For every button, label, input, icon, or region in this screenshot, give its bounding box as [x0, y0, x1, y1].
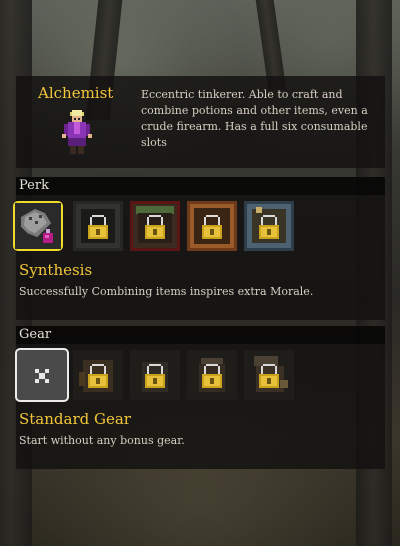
gear-slot-standard[interactable] — [15, 348, 69, 402]
lock-icon — [259, 364, 279, 388]
synthesis-icon — [15, 203, 61, 249]
gear-slot-locked[interactable] — [244, 350, 294, 400]
gear-section-title: Gear — [16, 326, 385, 344]
lock-icon — [145, 364, 165, 388]
perk-slot-locked[interactable] — [73, 201, 123, 251]
none-x-icon — [35, 369, 49, 383]
selected-perk-name: Synthesis — [19, 261, 93, 279]
gear-slot-locked[interactable] — [130, 350, 180, 400]
lock-icon — [259, 215, 279, 239]
lock-icon — [202, 364, 222, 388]
perk-panel: Perk Synthesis Successfully Combining it… — [13, 177, 385, 320]
gear-slot-locked[interactable] — [187, 350, 237, 400]
selected-gear-description: Start without any bonus gear. — [19, 434, 185, 447]
perk-section-title: Perk — [16, 177, 385, 195]
lock-icon — [88, 215, 108, 239]
alchemist-portrait-icon — [62, 110, 92, 156]
lock-icon — [88, 364, 108, 388]
character-info-panel: Alchemist Eccentric tinkerer. Able to cr… — [16, 76, 385, 168]
perk-slot-synthesis[interactable] — [13, 201, 63, 251]
gear-panel: Gear Standard Gear Start without any bon… — [15, 326, 385, 469]
perk-slot-locked[interactable] — [244, 201, 294, 251]
perk-slot-locked[interactable] — [130, 201, 180, 251]
selected-perk-description: Successfully Combining items inspires ex… — [19, 285, 314, 298]
lock-icon — [145, 215, 165, 239]
perk-slot-locked[interactable] — [187, 201, 237, 251]
character-description: Eccentric tinkerer. Able to craft and co… — [141, 88, 368, 149]
lock-icon — [202, 215, 222, 239]
selected-gear-name: Standard Gear — [19, 410, 131, 428]
character-name: Alchemist — [38, 84, 114, 102]
gear-slot-locked[interactable] — [73, 350, 123, 400]
